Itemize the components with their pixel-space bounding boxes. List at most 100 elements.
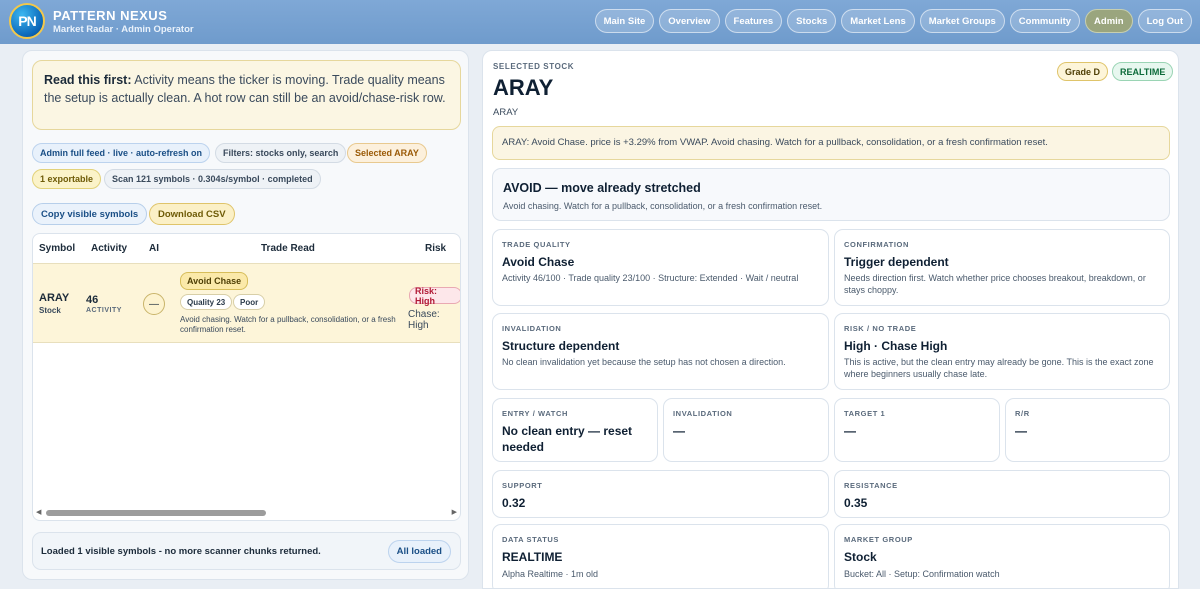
- avoid-card: AVOID — move already stretched Avoid cha…: [492, 168, 1170, 221]
- row-activity-label: ACTIVITY: [86, 307, 122, 314]
- row-risk-sub: Chase: High: [408, 309, 440, 331]
- grade-badge: Grade D: [1057, 62, 1109, 81]
- row-ai-indicator: —: [143, 293, 165, 315]
- scanner-table: Symbol Activity AI Trade Read Risk ARAY …: [32, 233, 461, 521]
- header-trade-read[interactable]: Trade Read: [261, 243, 315, 254]
- risk-card: RISK / NO TRADE High · Chase High This i…: [834, 313, 1170, 390]
- invalidation-card: INVALIDATION Structure dependent No clea…: [492, 313, 829, 390]
- data-status-card: DATA STATUS REALTIME Alpha Realtime · 1m…: [492, 524, 829, 588]
- detail-symbol-small: ARAY: [493, 107, 519, 118]
- risk-reward-value: —: [1015, 424, 1027, 438]
- header-activity[interactable]: Activity: [91, 243, 127, 254]
- confirmation-value: Trigger dependent: [844, 255, 949, 269]
- nav-stocks[interactable]: Stocks: [787, 9, 837, 33]
- nav-log-out[interactable]: Log Out: [1137, 9, 1192, 33]
- data-status-value: REALTIME: [502, 550, 563, 564]
- scan-chip: Scan 121 symbols · 0.304s/symbol · compl…: [104, 169, 321, 189]
- brand-subtitle: Market Radar · Admin Operator: [53, 24, 194, 35]
- nav-admin[interactable]: Admin: [1085, 9, 1133, 33]
- resistance-value: 0.35: [844, 496, 868, 510]
- brand-title: PATTERN NEXUS: [53, 8, 168, 23]
- trade-quality-value: Avoid Chase: [502, 255, 575, 269]
- market-group-caption: MARKET GROUP: [844, 535, 913, 544]
- trade-quality-caption: TRADE QUALITY: [502, 240, 571, 249]
- row-quality-label: Poor: [233, 294, 266, 310]
- horizontal-scrollbar[interactable]: ◀ ▶: [32, 508, 461, 518]
- trade-quality-card: TRADE QUALITY Avoid Chase Activity 46/10…: [492, 229, 829, 306]
- risk-reward-card: R/R —: [1005, 398, 1170, 462]
- support-caption: SUPPORT: [502, 481, 543, 490]
- invalidation-level-caption: INVALIDATION: [673, 409, 733, 418]
- risk-value: High · Chase High: [844, 339, 948, 353]
- row-quality: Quality 23: [180, 294, 233, 310]
- nav-main-site[interactable]: Main Site: [594, 9, 655, 33]
- confirmation-desc: Needs direction first. Watch whether pri…: [844, 273, 1146, 295]
- header-risk[interactable]: Risk: [425, 243, 446, 254]
- nav-overview[interactable]: Overview: [659, 9, 720, 33]
- stock-detail-panel: SELECTED STOCK ARAY ARAY Grade D REALTIM…: [482, 50, 1179, 589]
- avoid-text: Avoid chasing. Watch for a pullback, con…: [503, 201, 823, 211]
- exportable-chip: 1 exportable: [32, 169, 102, 189]
- detail-symbol: ARAY: [493, 75, 554, 100]
- top-bar: PN PATTERN NEXUS Market Radar · Admin Op…: [0, 0, 1200, 44]
- row-risk-tag: Risk: High: [409, 286, 460, 306]
- row-activity: 46: [86, 294, 99, 306]
- logo-text: PN: [18, 13, 36, 29]
- nav-market-groups[interactable]: Market Groups: [919, 9, 1005, 33]
- copy-symbols-button[interactable]: Copy visible symbols: [32, 203, 148, 225]
- summary-note: ARAY: Avoid Chase. price is +3.29% from …: [492, 126, 1170, 160]
- download-csv-button[interactable]: Download CSV: [149, 203, 235, 225]
- confirmation-caption: CONFIRMATION: [844, 240, 909, 249]
- trade-quality-desc: Activity 46/100 · Trade quality 23/100 ·…: [502, 273, 799, 283]
- entry-watch-caption: ENTRY / WATCH: [502, 409, 568, 418]
- risk-reward-caption: R/R: [1015, 409, 1030, 418]
- load-status: Loaded 1 visible symbols - no more scann…: [32, 532, 461, 570]
- callout-bold: Read this first:: [44, 73, 132, 87]
- risk-caption: RISK / NO TRADE: [844, 324, 917, 333]
- entry-watch-value: No clean entry — reset needed: [502, 424, 633, 454]
- target-value: —: [844, 424, 856, 438]
- header-symbol[interactable]: Symbol: [39, 243, 75, 254]
- market-group-desc: Bucket: All · Setup: Confirmation watch: [844, 569, 1000, 579]
- nav-features[interactable]: Features: [724, 9, 783, 33]
- resistance-caption: RESISTANCE: [844, 481, 898, 490]
- scroll-thumb[interactable]: [46, 510, 266, 516]
- invalidation-desc: No clean invalidation yet because the se…: [502, 357, 786, 367]
- row-trade-tag: Avoid Chase: [180, 272, 249, 290]
- resistance-card: RESISTANCE 0.35: [834, 470, 1170, 518]
- scroll-left-arrow-icon[interactable]: ◀: [36, 508, 41, 516]
- data-status-caption: DATA STATUS: [502, 535, 560, 544]
- risk-desc: This is active, but the clean entry may …: [844, 357, 1154, 379]
- read-first-callout: Read this first: Activity means the tick…: [32, 60, 461, 130]
- nav-community[interactable]: Community: [1009, 9, 1081, 33]
- market-group-value: Stock: [844, 550, 877, 564]
- invalidation-value: Structure dependent: [502, 339, 620, 353]
- support-card: SUPPORT 0.32: [492, 470, 829, 518]
- filters-chip: Filters: stocks only, search: [215, 143, 347, 163]
- main-nav: Main Site Overview Features Stocks Marke…: [594, 9, 1192, 33]
- avoid-title: AVOID — move already stretched: [503, 181, 701, 195]
- row-trade-text: Avoid chasing. Watch for a pullback, con…: [180, 315, 396, 334]
- all-loaded-button[interactable]: All loaded: [387, 540, 451, 563]
- nav-market-lens[interactable]: Market Lens: [841, 9, 915, 33]
- row-symbol: ARAY: [39, 292, 70, 304]
- scroll-right-arrow-icon[interactable]: ▶: [452, 508, 457, 516]
- load-status-text: Loaded 1 visible symbols - no more scann…: [41, 546, 321, 557]
- invalidation-level-value: —: [673, 424, 685, 438]
- realtime-badge: REALTIME: [1112, 62, 1174, 81]
- target-caption: TARGET 1: [844, 409, 886, 418]
- header-ai[interactable]: AI: [149, 243, 159, 254]
- scanner-panel: Read this first: Activity means the tick…: [22, 50, 469, 580]
- table-row[interactable]: ARAY Stock 46 ACTIVITY — Avoid Chase Qua…: [33, 263, 460, 343]
- confirmation-card: CONFIRMATION Trigger dependent Needs dir…: [834, 229, 1170, 306]
- invalidation-caption: INVALIDATION: [502, 324, 562, 333]
- data-status-desc: Alpha Realtime · 1m old: [502, 569, 599, 579]
- row-symbol-type: Stock: [39, 306, 61, 315]
- selected-chip: Selected ARAY: [347, 143, 427, 163]
- support-value: 0.32: [502, 496, 526, 510]
- entry-watch-card: ENTRY / WATCH No clean entry — reset nee…: [492, 398, 658, 462]
- target-card: TARGET 1 —: [834, 398, 1000, 462]
- invalidation-level-card: INVALIDATION —: [663, 398, 829, 462]
- market-group-card: MARKET GROUP Stock Bucket: All · Setup: …: [834, 524, 1170, 588]
- logo[interactable]: PN: [9, 3, 45, 39]
